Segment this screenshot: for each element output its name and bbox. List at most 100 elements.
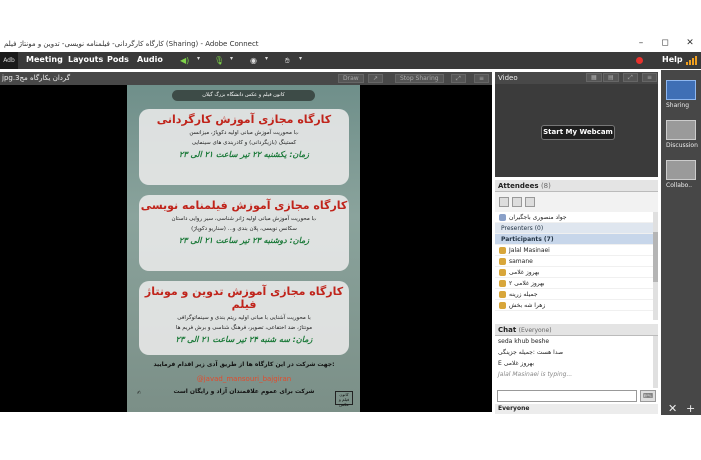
sort-icon[interactable] bbox=[525, 197, 535, 207]
pod-menu-icon[interactable]: ≡ bbox=[474, 74, 490, 83]
menu-pods[interactable]: Pods bbox=[107, 55, 129, 64]
card-line: سکانس نویسی، پلان بندی و... (سناریو دکوپ… bbox=[191, 226, 297, 232]
layouts-rail: Sharing Discussion Collabo.. ✕ + bbox=[661, 70, 701, 415]
list-item[interactable]: جواد منصوری باجگیران bbox=[495, 212, 653, 223]
maximize-button[interactable]: ◻ bbox=[658, 38, 672, 48]
card-title: کارگاه مجازی آموزش کارگردانی bbox=[156, 113, 332, 126]
card-line: با محوریت آموزش مبانی اولیه ژانر شناسی، … bbox=[171, 216, 317, 222]
attendees-toolbar bbox=[495, 192, 658, 212]
minimize-button[interactable]: – bbox=[634, 38, 648, 48]
chevron-down-icon[interactable]: ▾ bbox=[197, 55, 200, 62]
layout-discussion[interactable]: Discussion bbox=[666, 120, 698, 149]
attendees-list: جواد منصوری باجگیران Presenters (0) Part… bbox=[495, 212, 653, 320]
user-icon bbox=[499, 280, 506, 287]
share-pod-content: کانون فیلم و عکس دانشگاه بزرگ گیلان کارگ… bbox=[0, 85, 492, 412]
attendees-count: (8) bbox=[540, 182, 551, 190]
speaker-icon[interactable]: ◀) bbox=[180, 54, 189, 67]
close-layout-icon[interactable]: ✕ bbox=[668, 402, 677, 415]
fullscreen-icon[interactable]: ⤢ bbox=[623, 73, 638, 82]
card-title: کارگاه مجازی آموزش تدوین و مونتاژ فیلم bbox=[144, 285, 344, 311]
poster-card-editing: کارگاه مجازی آموزش تدوین و مونتاژ فیلم ب… bbox=[139, 281, 349, 355]
attendees-scrollbar[interactable] bbox=[653, 212, 658, 320]
participants-group[interactable]: Participants (7) bbox=[495, 234, 653, 245]
pointer-button[interactable]: ↗ bbox=[368, 74, 384, 83]
help-menu[interactable]: Help bbox=[662, 55, 683, 64]
card-date: زمان: دوشنبه ۲۳ تیر ساعت ۲۱ الی ۲۳ bbox=[178, 236, 310, 245]
attendees-pod-header: Attendees (8) bbox=[495, 180, 658, 192]
poster-ribbon: کانون فیلم و عکس دانشگاه بزرگ گیلان bbox=[172, 90, 315, 101]
poster-emblem: کانون فیلم و عکس bbox=[335, 391, 353, 407]
share-pod-header: jpg.گردان یکارگاه مج3 Draw ↗ Stop Sharin… bbox=[0, 72, 492, 85]
menu-layouts[interactable]: Layouts bbox=[68, 55, 103, 64]
card-date: زمان: یکشنبه ۲۲ تیر ساعت ۲۱ الی ۲۳ bbox=[178, 150, 309, 159]
typing-indicator: Jalal Masinaei is typing... bbox=[498, 371, 573, 378]
menu-audio[interactable]: Audio bbox=[137, 55, 163, 64]
webcam-icon[interactable]: ◉ bbox=[250, 54, 257, 67]
list-item[interactable]: بهروز غلامی bbox=[495, 267, 653, 278]
close-window-button[interactable]: ✕ bbox=[683, 38, 697, 48]
shared-file-name: jpg.گردان یکارگاه مج3 bbox=[2, 74, 71, 82]
list-item[interactable]: بهروز غلامی ۲ bbox=[495, 278, 653, 289]
chevron-down-icon[interactable]: ▾ bbox=[230, 55, 233, 62]
fit-icon[interactable]: ⤢ bbox=[451, 74, 466, 83]
menubar: Adb Meeting Layouts Pods Audio ◀) ▾ 🎙︎ ▾… bbox=[0, 52, 701, 69]
shared-poster-image: کانون فیلم و عکس دانشگاه بزرگ گیلان کارگ… bbox=[127, 85, 360, 412]
pod-menu-icon[interactable]: ≡ bbox=[642, 73, 658, 82]
poster-card-directing: کارگاه مجازی آموزش کارگردانی با محوریت آ… bbox=[139, 109, 349, 185]
chat-message: صدا هست :جمیله جزینگی bbox=[498, 349, 564, 356]
list-item[interactable]: Jalal Masinaei bbox=[495, 245, 653, 256]
user-icon bbox=[499, 269, 506, 276]
card-date: زمان: سه شنبه ۲۴ تیر ساعت ۲۱ الی ۲۳ bbox=[175, 335, 313, 344]
chat-scrollbar[interactable] bbox=[653, 336, 658, 388]
start-webcam-button[interactable]: Start My Webcam bbox=[541, 125, 615, 140]
user-icon bbox=[499, 247, 506, 254]
card-title: کارگاه مجازی آموزش فیلمنامه نویسی bbox=[140, 199, 348, 212]
card-line: با محوریت آموزش مبانی اولیه دکوپاژ، میزا… bbox=[189, 130, 299, 136]
window-titlebar: کارگاه کارگردانی- فیلمنامه نویسی- تدوین … bbox=[0, 36, 701, 52]
layout-thumbnail bbox=[666, 160, 696, 180]
video-pod-content: Start My Webcam bbox=[495, 84, 658, 177]
list-item[interactable]: زهرا شه بخش bbox=[495, 300, 653, 311]
chat-pod-header: Chat (Everyone) bbox=[495, 324, 658, 336]
send-message-icon[interactable]: ⌨ bbox=[640, 390, 656, 402]
presenters-group[interactable]: Presenters (0) bbox=[495, 223, 653, 234]
connection-signal-icon bbox=[686, 56, 697, 65]
video-pod-title: Video bbox=[498, 74, 518, 82]
layout-collaboration[interactable]: Collabo.. bbox=[666, 160, 698, 189]
raise-hand-icon[interactable]: ✋︎ bbox=[285, 54, 290, 67]
list-item[interactable]: جمیله زرینه bbox=[495, 289, 653, 300]
add-layout-icon[interactable]: + bbox=[686, 402, 695, 415]
layout-thumbnail bbox=[666, 80, 696, 100]
user-icon bbox=[499, 258, 506, 265]
record-indicator-icon[interactable] bbox=[636, 57, 643, 64]
poster-join-text: جهت شرکت در این کارگاه ها از طریق آدی زی… bbox=[153, 361, 335, 368]
microphone-icon[interactable]: 🎙︎ bbox=[214, 54, 224, 67]
chevron-down-icon[interactable]: ▾ bbox=[299, 55, 302, 62]
poster-handle: @javad_mansouri_bajgiran bbox=[196, 375, 292, 383]
filmstrip-view-icon[interactable]: ▤ bbox=[603, 73, 619, 82]
poster-free-text: شرکت برای عموم علاقمندان آزاد و رایگان ا… bbox=[173, 388, 315, 395]
chat-scope: (Everyone) bbox=[518, 327, 552, 334]
chat-title: Chat bbox=[498, 326, 517, 334]
chevron-down-icon[interactable]: ▾ bbox=[265, 55, 268, 62]
draw-button[interactable]: Draw bbox=[338, 74, 364, 83]
status-view-icon[interactable] bbox=[512, 197, 522, 207]
grid-view-icon[interactable]: ▦ bbox=[586, 73, 602, 82]
chat-recipient-tab[interactable]: Everyone bbox=[495, 404, 658, 414]
layout-sharing[interactable]: Sharing bbox=[666, 80, 698, 109]
adobe-logo: Adb bbox=[0, 52, 18, 69]
window-title: کارگاه کارگردانی- فیلمنامه نویسی- تدوین … bbox=[4, 40, 259, 48]
list-view-icon[interactable] bbox=[499, 197, 509, 207]
chat-message: E بهروز غلامی bbox=[498, 360, 535, 367]
chat-message: seda khub beshe bbox=[498, 338, 550, 345]
stop-sharing-button[interactable]: Stop Sharing bbox=[395, 74, 444, 83]
user-icon bbox=[499, 291, 506, 298]
chat-messages: seda khub beshe صدا هست :جمیله جزینگی E … bbox=[495, 336, 653, 388]
video-pod-header: Video ▦ ▤ ⤢ ≡ bbox=[495, 72, 658, 84]
poster-card-screenwriting: کارگاه مجازی آموزش فیلمنامه نویسی با محو… bbox=[139, 195, 349, 271]
menu-meeting[interactable]: Meeting bbox=[26, 55, 63, 64]
chat-input[interactable] bbox=[497, 390, 637, 402]
user-icon bbox=[499, 302, 506, 309]
list-item[interactable]: samane bbox=[495, 256, 653, 267]
host-icon bbox=[499, 214, 506, 221]
